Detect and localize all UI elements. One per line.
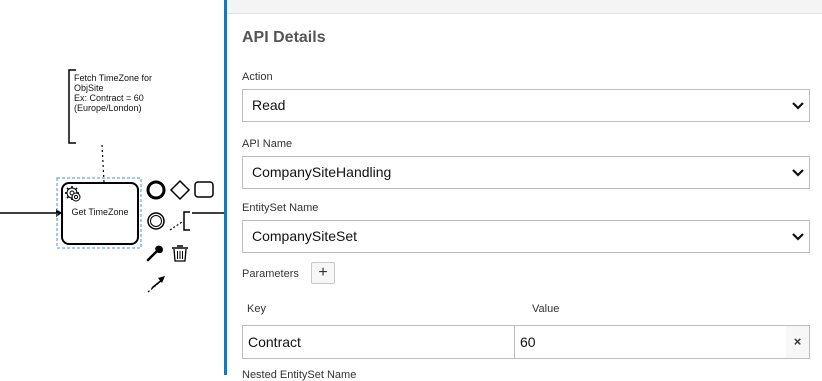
intermediate-event-icon[interactable] <box>147 212 165 230</box>
annotation-association[interactable] <box>101 144 105 183</box>
action-select[interactable]: Read <box>242 89 810 122</box>
task-label: Get TimeZone <box>71 207 129 217</box>
connect-icon[interactable] <box>147 276 165 293</box>
key-column-header: Key <box>247 303 266 315</box>
annotation-line: Fetch TimeZone for <box>74 73 153 83</box>
entityset-value: CompanySiteSet <box>252 228 358 244</box>
annotation-line: (Europe/London) <box>74 103 142 113</box>
chevron-down-icon <box>792 169 804 177</box>
gateway-icon[interactable] <box>169 179 191 201</box>
panel-title: API Details <box>242 29 326 46</box>
api-name-value: CompanySiteHandling <box>252 164 392 180</box>
api-name-select[interactable]: CompanySiteHandling <box>242 156 810 189</box>
parameters-label: Parameters <box>242 268 299 280</box>
delete-parameter-button[interactable]: × <box>786 325 810 359</box>
text-annotation-icon[interactable] <box>169 211 190 231</box>
task-icon[interactable] <box>194 181 214 198</box>
add-parameter-button[interactable]: + <box>311 262 335 284</box>
action-value: Read <box>252 97 286 113</box>
nested-entityset-label: Nested EntitySet Name <box>242 369 357 381</box>
annotation-line: Ex: Contract = 60 <box>74 93 144 103</box>
end-event-icon[interactable] <box>146 180 166 200</box>
entityset-select[interactable]: CompanySiteSet <box>242 220 810 253</box>
chevron-down-icon <box>792 233 804 241</box>
chevron-down-icon <box>792 102 804 110</box>
action-label: Action <box>242 71 273 83</box>
entityset-label: EntitySet Name <box>242 202 319 214</box>
trash-icon[interactable] <box>172 245 188 262</box>
api-name-label: API Name <box>242 138 293 150</box>
parameter-key-input[interactable]: Contract <box>242 325 515 359</box>
panel-header-bar <box>227 0 822 14</box>
diagram-svg <box>0 69 226 293</box>
bpmn-canvas[interactable]: Fetch TimeZone for ObjSite Ex: Contract … <box>0 0 226 375</box>
properties-panel: API Details Action Read API Name Company… <box>227 0 822 381</box>
value-column-header: Value <box>532 303 560 315</box>
wrench-icon[interactable] <box>146 245 163 262</box>
annotation-text: Fetch TimeZone for ObjSite Ex: Contract … <box>74 73 184 113</box>
annotation-line: ObjSite <box>74 83 104 93</box>
parameter-value-input[interactable]: 60 <box>514 325 787 359</box>
